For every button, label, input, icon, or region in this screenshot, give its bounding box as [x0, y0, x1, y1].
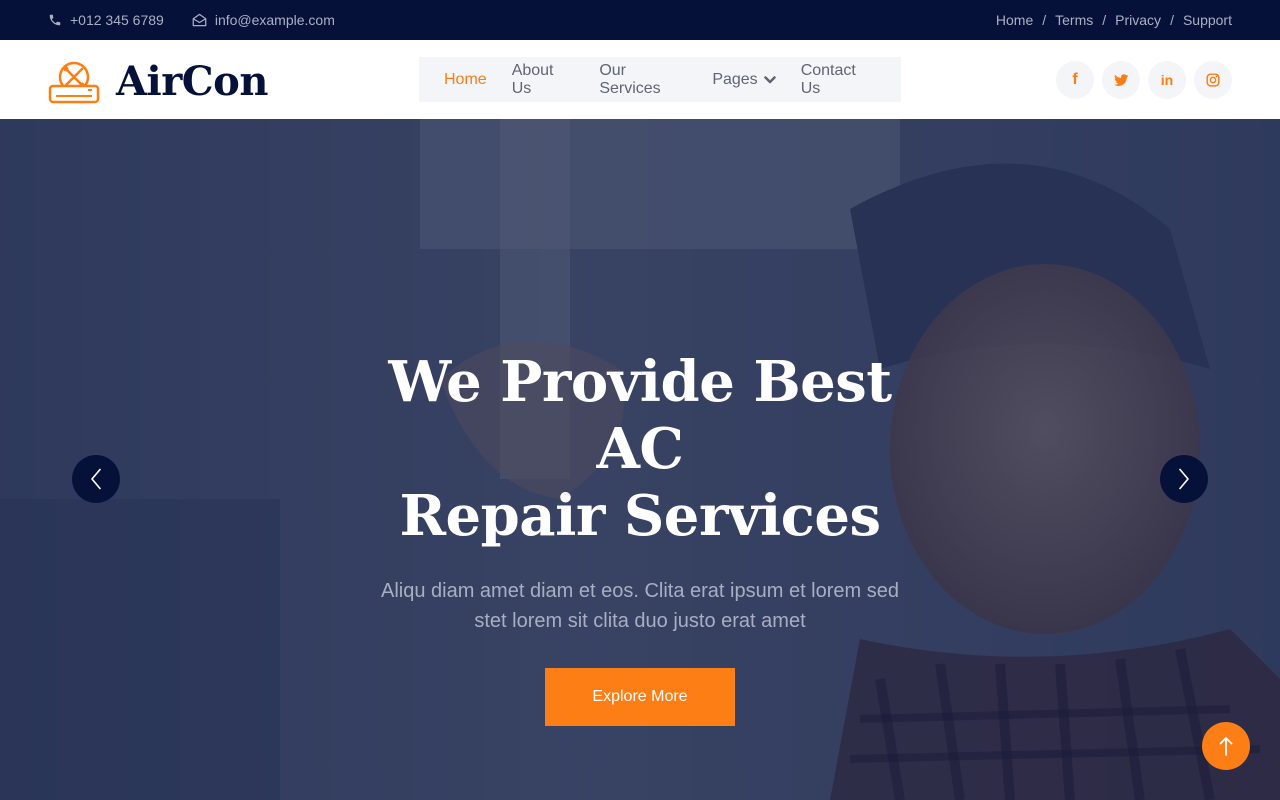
phone-icon	[49, 14, 61, 26]
carousel-prev-button[interactable]	[72, 455, 120, 503]
hero-title-line-1: We Provide Best AC	[388, 349, 892, 482]
topbar-link-privacy[interactable]: Privacy	[1115, 12, 1161, 28]
nav-item-label: Our Services	[599, 61, 661, 97]
twitter-icon[interactable]	[1102, 61, 1140, 99]
back-to-top-button[interactable]	[1202, 722, 1250, 770]
nav-item-label: Home	[444, 70, 487, 88]
topbar-link-terms[interactable]: Terms	[1055, 12, 1093, 28]
instagram-icon[interactable]	[1194, 61, 1232, 99]
nav-item-pages[interactable]: Pages	[712, 70, 776, 89]
facebook-icon[interactable]: f	[1056, 61, 1094, 99]
navbar: AirCon Home About Us Our Services Pages …	[0, 40, 1280, 119]
facebook-glyph: f	[1072, 71, 1078, 88]
ac-repair-logo-icon	[48, 61, 100, 103]
brand-logo[interactable]: AirCon	[48, 58, 268, 105]
hero-subtitle: Aliqu diam amet diam et eos. Clita erat …	[381, 580, 899, 632]
chevron-right-icon	[1179, 468, 1189, 490]
phone-number: +012 345 6789	[70, 12, 164, 28]
nav-item-about-us[interactable]: About Us	[512, 62, 575, 98]
instagram-camera-icon	[1206, 73, 1220, 87]
hero-title: We Provide Best AC Repair Services	[340, 349, 940, 550]
topbar-contact: +012 345 6789 info@example.com	[48, 0, 363, 40]
nav-item-label: Contact Us	[800, 61, 856, 97]
main-menu: Home About Us Our Services Pages Contact…	[419, 57, 901, 102]
chevron-left-icon	[91, 468, 101, 490]
nav-item-contact-us[interactable]: Contact Us	[801, 62, 876, 98]
hero-title-line-2: Repair Services	[399, 483, 881, 549]
hero-carousel: We Provide Best AC Repair Services Aliqu…	[0, 119, 1280, 800]
topbar-link-home[interactable]: Home	[996, 12, 1033, 28]
topbar-link-support[interactable]: Support	[1183, 12, 1232, 28]
linkedin-glyph: in	[1160, 72, 1174, 88]
carousel-next-button[interactable]	[1160, 455, 1208, 503]
nav-item-home[interactable]: Home	[444, 71, 487, 89]
nav-item-our-services[interactable]: Our Services	[599, 62, 687, 98]
link-separator: /	[1170, 12, 1174, 28]
explore-more-button[interactable]: Explore More	[545, 668, 735, 726]
twitter-bird-icon	[1113, 73, 1128, 86]
arrow-up-icon	[1219, 737, 1233, 756]
linkedin-icon[interactable]: in	[1148, 61, 1186, 99]
email-address: info@example.com	[214, 12, 335, 28]
hero-caption: We Provide Best AC Repair Services Aliqu…	[340, 349, 940, 726]
phone-item: +012 345 6789	[48, 12, 164, 28]
link-separator: /	[1102, 12, 1107, 28]
envelope-open-icon	[192, 13, 207, 27]
topbar: +012 345 6789 info@example.com Home / Te…	[0, 0, 1280, 40]
chevron-down-icon	[763, 75, 776, 83]
nav-item-label: About Us	[511, 61, 554, 97]
brand-name: AirCon	[116, 58, 268, 105]
social-links: f in	[1048, 61, 1232, 99]
link-separator: /	[1042, 12, 1047, 28]
nav-item-label: Pages	[712, 70, 758, 88]
topbar-links: Home / Terms / Privacy / Support	[996, 0, 1232, 40]
email-item: info@example.com	[192, 12, 335, 28]
